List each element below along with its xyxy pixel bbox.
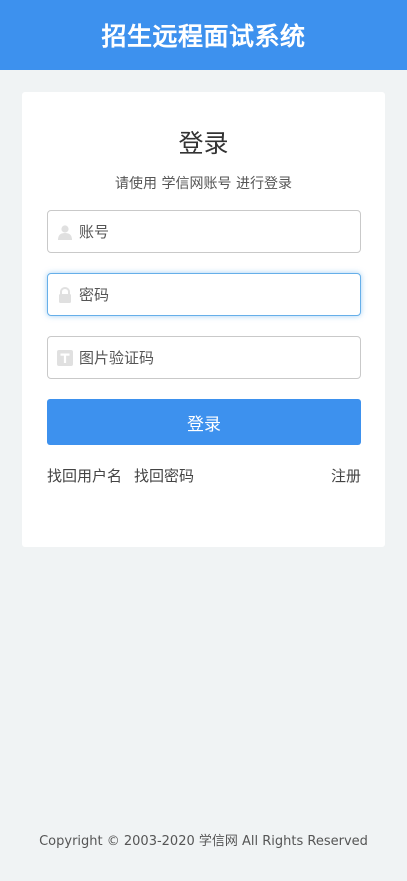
app-title: 招生远程面试系统 [101, 22, 306, 51]
username-input[interactable] [79, 216, 349, 247]
username-field[interactable] [47, 210, 361, 253]
captcha-icon [57, 349, 73, 366]
find-username-link[interactable]: 找回用户名 [47, 465, 122, 486]
login-button[interactable]: 登录 [47, 399, 361, 445]
register-link[interactable]: 注册 [331, 465, 361, 486]
captcha-field[interactable] [47, 336, 361, 379]
user-icon [57, 224, 73, 240]
find-password-link[interactable]: 找回密码 [134, 465, 194, 486]
password-field[interactable] [47, 273, 361, 316]
login-card: 登录 请使用 学信网账号 进行登录 登录 [22, 92, 385, 547]
app-header: 招生远程面试系统 [0, 0, 407, 70]
login-title: 登录 [178, 129, 229, 158]
login-subtitle: 请使用 学信网账号 进行登录 [115, 176, 292, 192]
captcha-input[interactable] [79, 342, 349, 373]
lock-icon [57, 286, 73, 303]
password-input[interactable] [79, 279, 349, 310]
footer-copyright: Copyright © 2003-2020 学信网 All Rights Res… [39, 834, 368, 849]
